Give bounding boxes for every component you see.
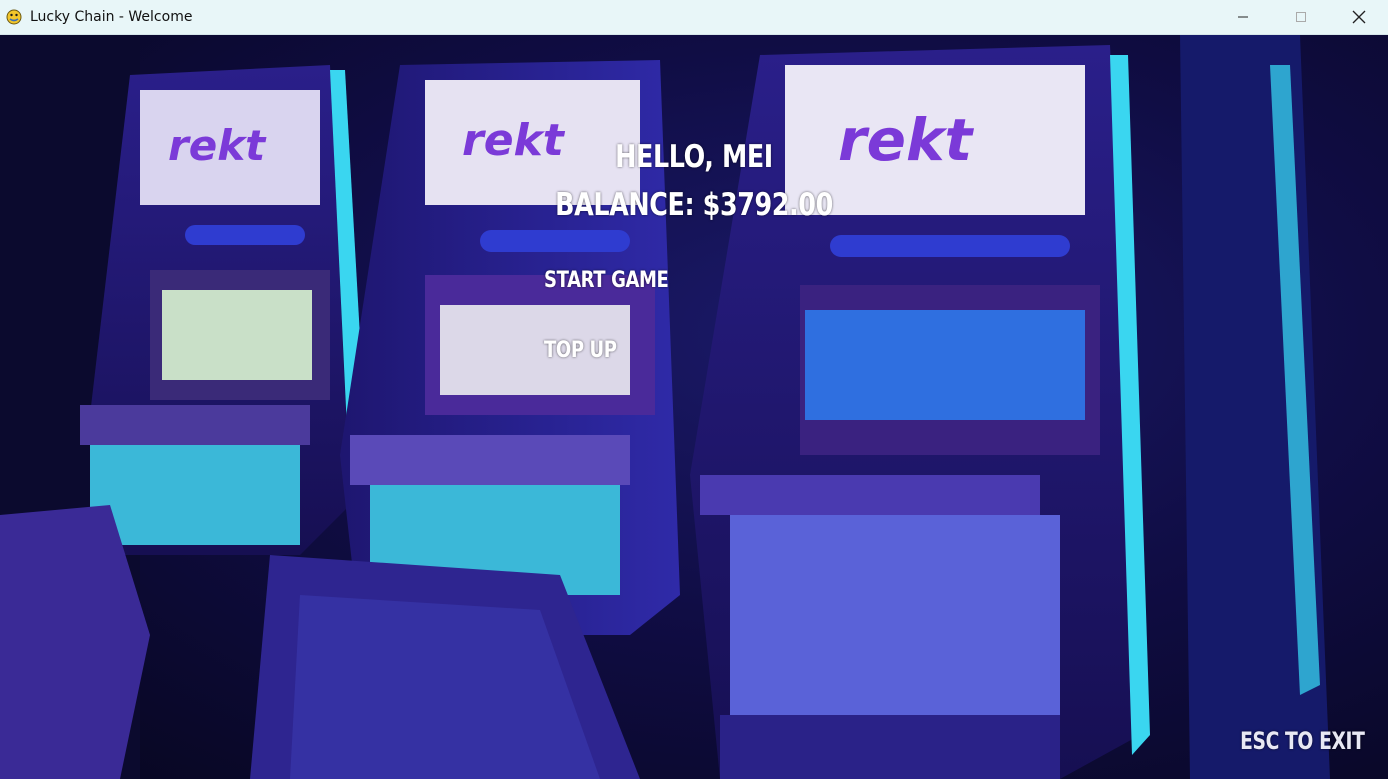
- maximize-icon: [1296, 12, 1306, 22]
- greeting-text: HELLO, MEI: [615, 139, 773, 175]
- game-window: Lucky Chain - Welcome rekt rekt rekt HEL…: [0, 0, 1388, 779]
- minimize-button[interactable]: [1214, 0, 1272, 34]
- maximize-button[interactable]: [1272, 0, 1330, 34]
- window-title: Lucky Chain - Welcome: [30, 9, 193, 25]
- pygame-snake-icon: [6, 9, 22, 25]
- window-controls: [1214, 0, 1388, 34]
- title-bar[interactable]: Lucky Chain - Welcome: [0, 0, 1388, 35]
- exit-hint: ESC TO EXIT: [1239, 727, 1365, 755]
- close-button[interactable]: [1330, 0, 1388, 34]
- game-canvas[interactable]: rekt rekt rekt HELLO, MEI BALANCE: $3792…: [0, 35, 1388, 779]
- close-icon: [1352, 10, 1366, 24]
- minimize-icon: [1238, 16, 1248, 18]
- balance-text: BALANCE: $3792.00: [555, 187, 833, 223]
- start-game-button[interactable]: START GAME: [544, 268, 669, 293]
- top-up-button[interactable]: TOP UP: [544, 338, 617, 363]
